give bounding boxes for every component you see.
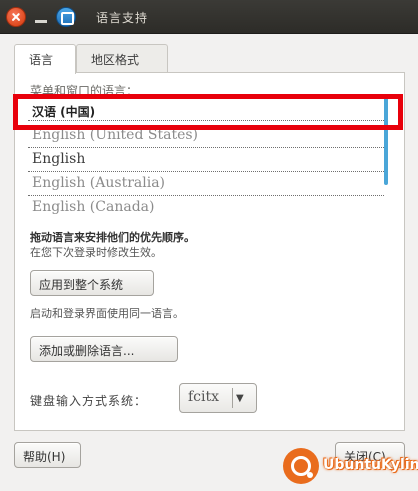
title-bar: 语言支持 (0, 0, 418, 34)
keyboard-input-value: fcitx (188, 389, 220, 405)
window-maximize-icon[interactable] (56, 7, 76, 27)
window-close-icon[interactable] (6, 7, 26, 27)
apply-hint: 启动和登录界面使用同一语言。 (30, 307, 184, 320)
ubuntukylin-logo: UbuntuKylin (283, 448, 418, 488)
tab-language[interactable]: 语言 (14, 44, 76, 74)
combo-divider (232, 388, 233, 408)
selection-highlight (13, 94, 403, 130)
apply-system-wide-button[interactable]: 应用到整个系统 (30, 270, 154, 296)
add-remove-languages-button[interactable]: 添加或删除语言... (30, 336, 178, 362)
logo-text: UbuntuKylin (323, 457, 418, 473)
relogin-hint: 在您下次登录时修改生效。 (30, 246, 162, 259)
keyboard-input-label: 键盘输入方式系统： (30, 394, 148, 408)
help-button[interactable]: 帮助(H) (14, 442, 81, 468)
list-item[interactable]: English (Australia) (28, 172, 384, 196)
list-item[interactable]: English (Canada) (28, 196, 384, 217)
drag-hint: 拖动语言来安排他们的优先顺序。 (30, 231, 195, 244)
list-item[interactable]: English (28, 148, 384, 172)
window-title: 语言支持 (96, 11, 149, 25)
keyboard-input-select[interactable]: fcitx ▼ (179, 383, 257, 413)
tab-regional-formats[interactable]: 地区格式 (76, 44, 168, 72)
chevron-down-icon[interactable]: ▼ (236, 393, 244, 404)
window-minimize-icon[interactable] (33, 7, 49, 27)
ubuntukylin-logo-icon (283, 448, 319, 484)
